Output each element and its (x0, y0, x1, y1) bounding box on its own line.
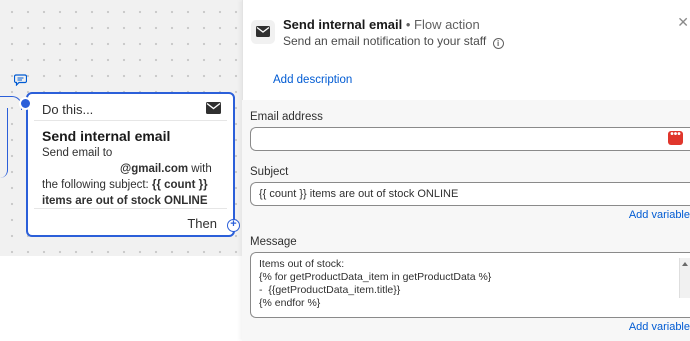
node-then-label: Then (187, 216, 217, 231)
node-line-3: the following subject: {{ count }} (42, 177, 219, 193)
add-variable-link-message[interactable]: Add variable (629, 321, 690, 333)
node-line-2: @gmail.com with (42, 161, 219, 177)
form-area: Email address ••• Subject {{ count }} it… (242, 100, 690, 341)
redacted-email (42, 163, 120, 174)
node-content: Send internal email Send email to @gmail… (34, 120, 227, 208)
panel-subtitle: Send an email notification to your staff… (283, 34, 504, 49)
message-scrollbar[interactable] (679, 258, 690, 298)
node-subject-variable: {{ count }} (151, 179, 208, 191)
node-description: Send email to @gmail.com with the follow… (42, 145, 219, 209)
action-type: Flow action (414, 17, 480, 32)
title-separator: • (405, 17, 411, 32)
panel-header: Send internal email • Flow action Send a… (243, 0, 690, 60)
action-node-send-internal-email[interactable]: Do this... Send internal email Send emai… (26, 92, 235, 237)
node-input-handle[interactable] (19, 97, 32, 110)
panel-title: Send internal email • Flow action (283, 17, 480, 32)
mail-icon (206, 101, 221, 117)
more-options-icon[interactable]: ••• (668, 130, 683, 145)
connector-line-lower (0, 108, 8, 178)
node-subject-rest: items are out of stock ONLINE (42, 195, 208, 207)
node-title: Send internal email (42, 128, 171, 144)
node-with-text: with (191, 163, 212, 175)
node-line-4: items are out of stock ONLINE (42, 193, 219, 209)
mail-icon (251, 20, 275, 44)
comment-icon[interactable] (13, 73, 28, 91)
add-variable-link[interactable]: Add variable (629, 209, 690, 221)
node-line-1: Send email to (42, 147, 113, 159)
email-field[interactable] (250, 127, 690, 151)
plus-icon[interactable]: + (227, 219, 240, 232)
node-header: Do this... (28, 94, 233, 120)
subject-field[interactable]: {{ count }} items are out of stock ONLIN… (250, 182, 690, 206)
add-description-link[interactable]: Add description (273, 74, 352, 86)
canvas-blank-area (0, 256, 242, 341)
node-subject-prefix: the following subject: (42, 179, 149, 191)
flow-editor: Do this... Send internal email Send emai… (0, 0, 690, 341)
email-label: Email address (250, 111, 323, 123)
action-name: Send internal email (283, 17, 403, 32)
subject-label: Subject (250, 166, 289, 178)
node-email-suffix: @gmail.com (120, 163, 189, 175)
message-label: Message (250, 236, 297, 248)
close-icon[interactable]: ✕ (677, 14, 689, 31)
message-field[interactable]: Items out of stock: {% for getProductDat… (250, 252, 690, 318)
info-icon[interactable]: i (492, 38, 504, 49)
subtitle-text: Send an email notification to your staff (283, 34, 487, 48)
node-header-label: Do this... (42, 101, 94, 117)
